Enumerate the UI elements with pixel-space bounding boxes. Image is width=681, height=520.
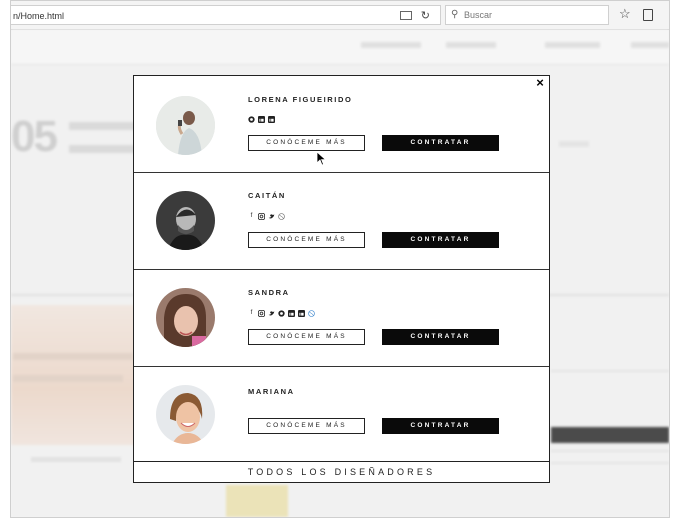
background-dark-bar	[551, 427, 669, 443]
designer-card: LORENA FIGUEIRIDO CONÓCEME MÁS CONTRATAR	[134, 76, 549, 173]
designer-name: CAITÁN	[248, 191, 286, 200]
more-about-me-button[interactable]: CONÓCEME MÁS	[248, 135, 365, 151]
social-links	[248, 114, 275, 124]
linkedin-icon[interactable]	[268, 115, 275, 123]
reload-icon[interactable]: ↻	[421, 6, 430, 26]
linkedin-icon[interactable]	[288, 309, 295, 317]
background-hero-number: 05	[11, 112, 58, 161]
social-links: f	[248, 211, 285, 221]
browser-toolbar: n/Home.html ↻ ⚲ Buscar ☆	[11, 1, 669, 30]
background-line	[551, 462, 669, 464]
designer-card: CAITÁN f CONÓCEME MÁS CONTRATAR	[134, 173, 549, 270]
more-about-me-button[interactable]: CONÓCEME MÁS	[248, 418, 365, 434]
all-designers-link[interactable]: TODOS LOS DISEÑADORES	[134, 461, 549, 482]
background-line	[551, 450, 669, 452]
designer-card: MARIANA CONÓCEME MÁS CONTRATAR	[134, 367, 549, 463]
more-about-me-button[interactable]: CONÓCEME MÁS	[248, 329, 365, 345]
designer-card: SANDRA f CONÓCEME MÁS CONTRATAR	[134, 270, 549, 367]
designers-modal: × LORENA FIGUEIRIDO CONÓCEME MÁS CONTRAT…	[133, 75, 550, 483]
pinterest-icon[interactable]	[278, 309, 285, 317]
designer-name: SANDRA	[248, 288, 290, 297]
background-image	[226, 485, 288, 517]
instagram-icon[interactable]	[258, 309, 265, 317]
hire-button[interactable]: CONTRATAR	[382, 329, 499, 345]
dribbble-icon[interactable]	[308, 309, 315, 317]
twitter-icon[interactable]	[268, 310, 275, 317]
mouse-cursor-icon	[317, 152, 326, 166]
designer-name: MARIANA	[248, 387, 295, 396]
bookmark-star-icon[interactable]: ☆	[619, 6, 631, 22]
background-nav	[11, 30, 669, 65]
twitter-icon[interactable]	[268, 213, 275, 220]
avatar	[156, 385, 215, 444]
more-about-me-button[interactable]: CONÓCEME MÁS	[248, 232, 365, 248]
search-icon: ⚲	[451, 9, 459, 20]
hire-button[interactable]: CONTRATAR	[382, 232, 499, 248]
dribbble-icon[interactable]	[278, 212, 285, 220]
hire-button[interactable]: CONTRATAR	[382, 135, 499, 151]
background-line	[551, 370, 669, 372]
search-placeholder: Buscar	[464, 10, 493, 20]
hire-button[interactable]: CONTRATAR	[382, 418, 499, 434]
address-bar-url: n/Home.html	[13, 11, 65, 21]
instagram-icon[interactable]	[258, 212, 265, 220]
avatar	[156, 96, 215, 155]
avatar	[156, 191, 215, 250]
facebook-icon[interactable]: f	[248, 310, 255, 317]
search-bar[interactable]: ⚲ Buscar	[445, 5, 609, 25]
reader-view-icon[interactable]	[400, 11, 412, 20]
linkedin-icon[interactable]	[258, 115, 265, 123]
pinterest-icon[interactable]	[248, 115, 255, 123]
designer-name: LORENA FIGUEIRIDO	[248, 95, 353, 104]
clipboard-icon[interactable]	[643, 9, 653, 21]
social-links: f	[248, 308, 315, 318]
facebook-icon[interactable]: f	[248, 213, 255, 220]
address-bar[interactable]: n/Home.html ↻	[11, 5, 441, 25]
avatar	[156, 288, 215, 347]
linkedin-icon[interactable]	[298, 309, 305, 317]
